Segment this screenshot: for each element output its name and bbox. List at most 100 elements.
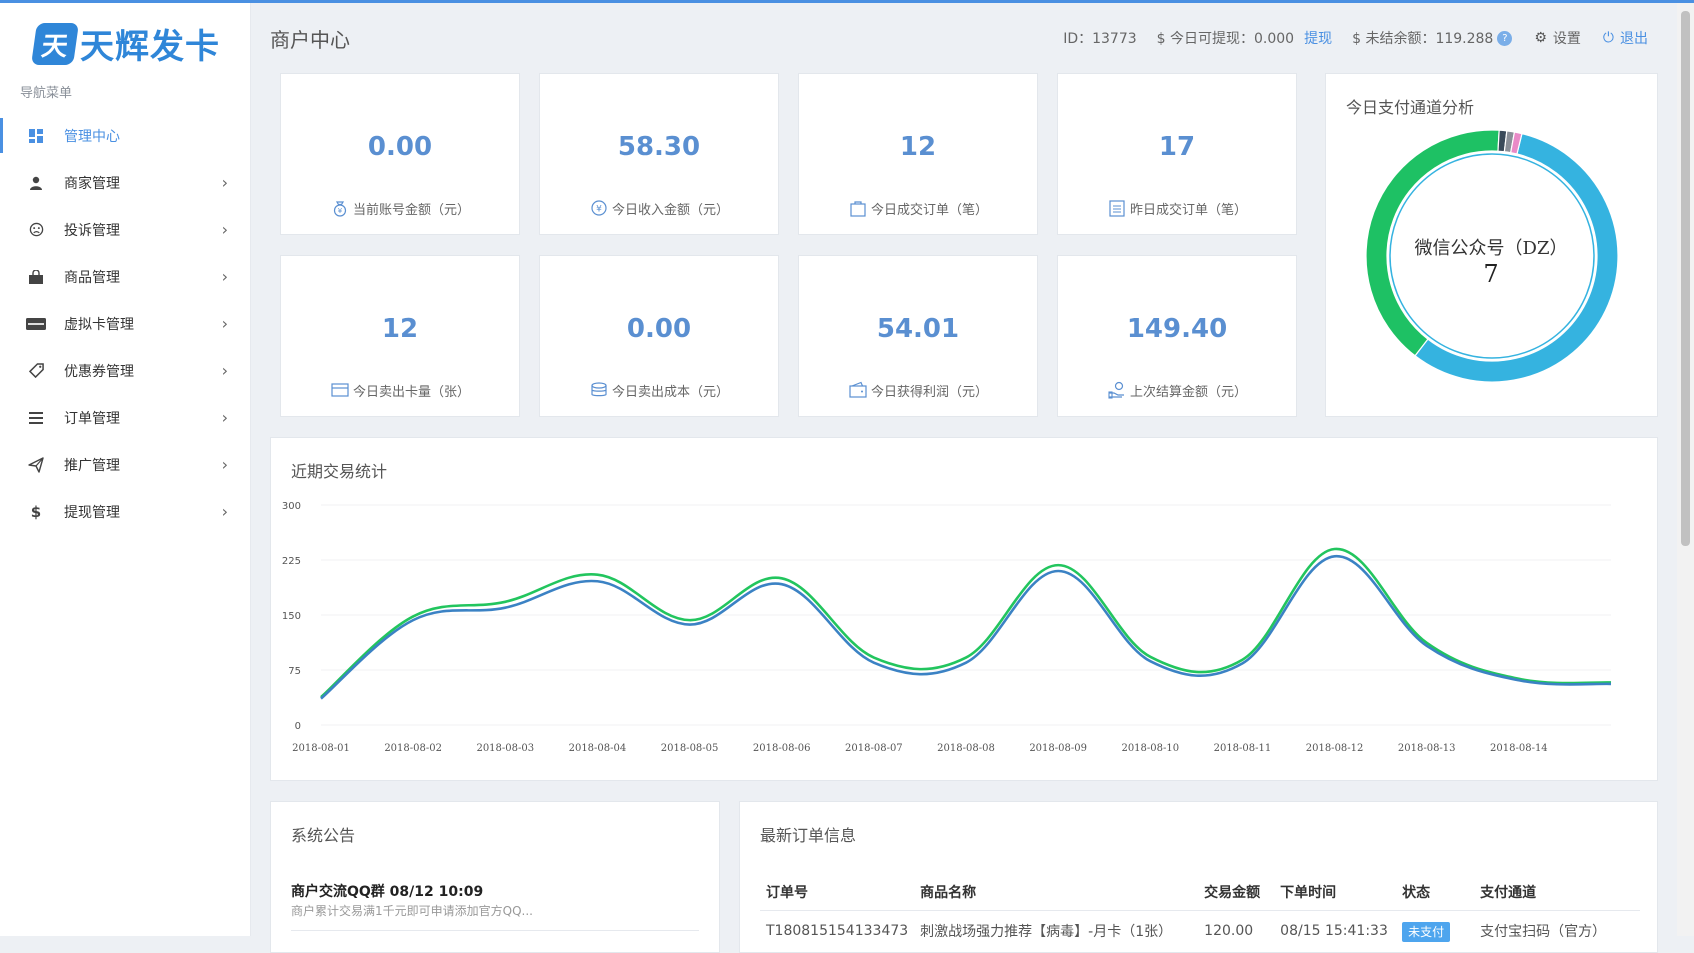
sidebar-item-virtual-cards[interactable]: 虚拟卡管理 › bbox=[0, 300, 250, 347]
notice-title: 系统公告 bbox=[291, 826, 356, 845]
header-account-info: ID：13773 $ 今日可提现：0.000 提现 $ 未结余额：119.288… bbox=[1043, 28, 1648, 48]
sidebar-nav: 管理中心 商家管理 › 投诉管理 › 商品管理 › 虚拟卡管理 › 优惠券管理 … bbox=[0, 112, 250, 535]
table-row[interactable]: T180815154133473 刺激战场强力推荐【病毒】-月卡（1张） 120… bbox=[760, 911, 1640, 952]
notice-divider bbox=[291, 930, 699, 931]
sidebar-item-withdrawals[interactable]: $ 提现管理 › bbox=[0, 488, 250, 535]
logout-button[interactable]: ⏻ 退出 bbox=[1603, 28, 1648, 48]
list-doc-icon bbox=[1107, 198, 1127, 218]
dollar-icon: $ bbox=[30, 502, 42, 521]
stat-card: 17 昨日成交订单（笔） bbox=[1057, 73, 1297, 235]
notice-item-desc: 商户累计交易满1千元即可申请添加官方QQ... bbox=[291, 904, 533, 918]
notice-item-title[interactable]: 商户交流QQ群 08/12 10:09 bbox=[291, 881, 483, 901]
header: 商户中心 ID：13773 $ 今日可提现：0.000 提现 $ 未结余额：11… bbox=[270, 20, 1670, 56]
donut-center-label: 微信公众号（DZ） bbox=[1414, 238, 1568, 259]
sidebar: 天 天辉发卡 导航菜单 管理中心 商家管理 › 投诉管理 › 商品管理 › 虚拟… bbox=[0, 3, 251, 936]
x-tick-label: 2018-08-14 bbox=[1490, 743, 1548, 754]
sidebar-item-label: 提现管理 bbox=[64, 504, 120, 521]
table-header-row: 订单号 商品名称 交易金额 下单时间 状态 支付通道 bbox=[760, 874, 1640, 911]
settings-button[interactable]: ⚙ 设置 bbox=[1534, 28, 1581, 48]
sidebar-item-label: 商品管理 bbox=[64, 269, 120, 286]
y-tick-label: 225 bbox=[282, 556, 301, 567]
sidebar-item-promotion[interactable]: 推广管理 › bbox=[0, 441, 250, 488]
page-scrollbar[interactable] bbox=[1677, 3, 1694, 936]
tag-icon bbox=[26, 361, 46, 381]
sidebar-item-coupons[interactable]: 优惠券管理 › bbox=[0, 347, 250, 394]
column-header: 支付通道 bbox=[1474, 874, 1640, 911]
x-tick-label: 2018-08-08 bbox=[937, 743, 995, 754]
chevron-right-icon: › bbox=[221, 455, 228, 474]
x-tick-label: 2018-08-06 bbox=[753, 743, 811, 754]
chevron-right-icon: › bbox=[221, 220, 228, 239]
column-header: 订单号 bbox=[760, 874, 915, 911]
frown-icon bbox=[26, 220, 46, 240]
stat-label-row: ¥ 今日收入金额（元） bbox=[540, 198, 778, 218]
logo[interactable]: 天 天辉发卡 bbox=[31, 19, 220, 68]
x-tick-label: 2018-08-10 bbox=[1121, 743, 1179, 754]
withdraw-link[interactable]: 提现 bbox=[1304, 28, 1332, 48]
sidebar-item-dashboard[interactable]: 管理中心 bbox=[0, 112, 250, 159]
x-tick-label: 2018-08-05 bbox=[661, 743, 719, 754]
orders-card: 最新订单信息 订单号 商品名称 交易金额 下单时间 状态 支付通道 T18081… bbox=[739, 801, 1658, 953]
stat-card: 0.00 今日卖出成本（元） bbox=[539, 255, 779, 417]
unsettled-balance: $ 未结余额：119.288 ? bbox=[1352, 28, 1513, 48]
stat-label-row: 昨日成交订单（笔） bbox=[1058, 198, 1296, 218]
unsettled-text: $ 未结余额：119.288 bbox=[1352, 31, 1494, 47]
series-line-0 bbox=[320, 547, 1612, 699]
withdrawable-today: $ 今日可提现：0.000 提现 bbox=[1157, 28, 1332, 48]
stat-card: 58.30 ¥ 今日收入金额（元） bbox=[539, 73, 779, 235]
power-icon: ⏻ bbox=[1602, 30, 1614, 46]
sidebar-item-merchants[interactable]: 商家管理 › bbox=[0, 159, 250, 206]
x-tick-label: 2018-08-01 bbox=[292, 743, 350, 754]
y-tick-label: 300 bbox=[282, 501, 301, 512]
y-tick-label: 0 bbox=[295, 721, 301, 732]
user-icon bbox=[26, 173, 46, 193]
logo-text: 天辉发卡 bbox=[80, 27, 220, 67]
x-tick-label: 2018-08-11 bbox=[1214, 743, 1272, 754]
withdrawable-text: $ 今日可提现：0.000 bbox=[1156, 31, 1295, 47]
stat-value: 0.00 bbox=[626, 314, 692, 344]
nav-title: 导航菜单 bbox=[20, 86, 73, 101]
stat-label-row: 今日获得利润（元） bbox=[799, 380, 1037, 400]
sidebar-item-complaints[interactable]: 投诉管理 › bbox=[0, 206, 250, 253]
status-badge: 未支付 bbox=[1402, 921, 1451, 942]
stat-value: 54.01 bbox=[876, 314, 960, 344]
x-tick-label: 2018-08-03 bbox=[476, 743, 534, 754]
column-header: 交易金额 bbox=[1198, 874, 1275, 911]
orders-table: 订单号 商品名称 交易金额 下单时间 状态 支付通道 T180815154133… bbox=[760, 874, 1640, 951]
gear-icon: ⚙ bbox=[1534, 30, 1547, 46]
stat-card: 12 今日卖出卡量（张） bbox=[280, 255, 520, 417]
sidebar-item-products[interactable]: 商品管理 › bbox=[0, 253, 250, 300]
column-header: 商品名称 bbox=[914, 874, 1199, 911]
series-line-1 bbox=[320, 555, 1612, 700]
dashboard-icon bbox=[26, 126, 46, 146]
money-bag-icon: ¥ bbox=[330, 198, 350, 218]
scrollbar-thumb[interactable] bbox=[1681, 11, 1690, 546]
sidebar-item-label: 投诉管理 bbox=[64, 222, 120, 239]
logo-mark-icon: 天 bbox=[31, 22, 79, 65]
merchant-id: ID：13773 bbox=[1063, 31, 1137, 47]
chevron-right-icon: › bbox=[221, 502, 228, 521]
shopping-bag-icon bbox=[26, 267, 46, 287]
x-tick-label: 2018-08-02 bbox=[384, 743, 442, 754]
payment-channel-card: 今日支付通道分析 微信公众号（DZ） 7 bbox=[1325, 73, 1658, 417]
shopping-bag-icon bbox=[848, 198, 868, 218]
paper-plane-icon bbox=[26, 455, 46, 475]
stat-card: 54.01 今日获得利润（元） bbox=[798, 255, 1038, 417]
chevron-right-icon: › bbox=[221, 408, 228, 427]
chevron-right-icon: › bbox=[221, 267, 228, 286]
order-time: 08/15 15:41:33 bbox=[1280, 923, 1388, 939]
stat-card: 0.00 ¥ 当前账号金额（元） bbox=[280, 73, 520, 235]
stat-label-row: 上次结算金额（元） bbox=[1058, 380, 1296, 400]
stat-value: 17 bbox=[1158, 132, 1196, 162]
sidebar-item-label: 优惠券管理 bbox=[64, 363, 134, 380]
sidebar-item-orders[interactable]: 订单管理 › bbox=[0, 394, 250, 441]
y-tick-label: 150 bbox=[282, 611, 301, 622]
column-header: 状态 bbox=[1396, 874, 1475, 911]
top-accent-bar bbox=[0, 0, 1694, 3]
x-tick-label: 2018-08-13 bbox=[1398, 743, 1456, 754]
stat-value: 12 bbox=[381, 314, 419, 344]
sidebar-item-label: 商家管理 bbox=[64, 175, 120, 192]
help-icon[interactable]: ? bbox=[1497, 30, 1513, 46]
stat-value: 149.40 bbox=[1126, 314, 1228, 344]
stat-value: 12 bbox=[899, 132, 937, 162]
